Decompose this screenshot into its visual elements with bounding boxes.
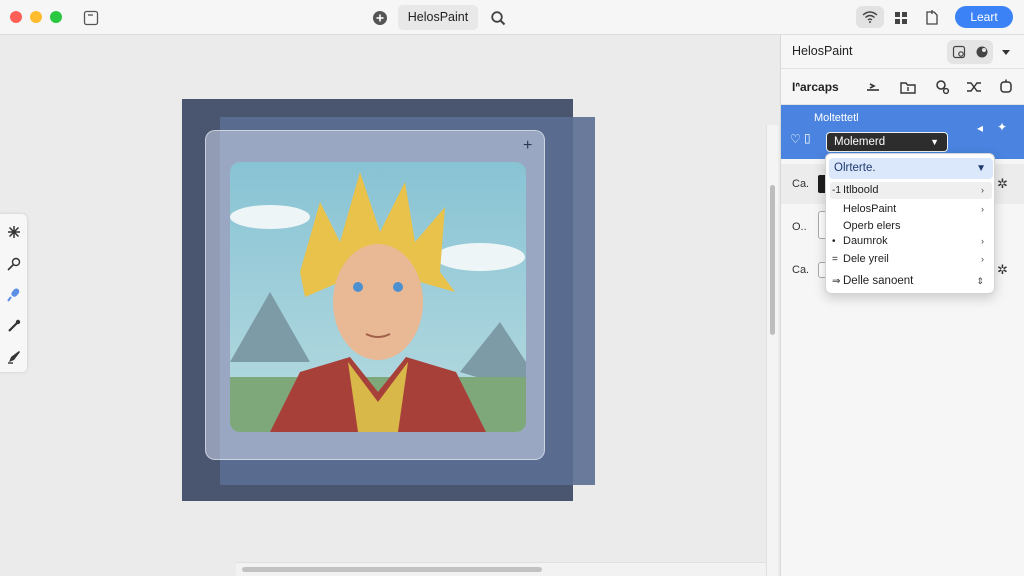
document-tab[interactable]: HelosPaint [398,5,478,30]
vertical-scrollbar[interactable] [766,125,778,576]
wifi-button[interactable] [856,6,884,28]
learn-button[interactable]: Lea‍rt [955,6,1013,28]
visibility-icon[interactable]: ♡ [790,132,801,146]
pin-icon[interactable]: ✦ [997,120,1007,134]
context-menu: Olrterte. ▼ -1 Itlboold › HelosPaint › O… [825,153,995,294]
search-settings-icon[interactable] [932,77,952,97]
minimize-window-button[interactable] [30,11,42,23]
menu-item-4[interactable]: • Daumrok › [830,233,992,250]
blend-mode-dropdown[interactable]: Molemerd ▼ [826,132,948,152]
vertical-scroll-thumb[interactable] [770,185,775,335]
close-window-button[interactable] [10,11,22,23]
brush-icon[interactable] [4,285,24,305]
chevron-right-icon: › [981,236,984,246]
horizontal-scroll-thumb[interactable] [242,567,542,572]
zoom-window-button[interactable] [50,11,62,23]
blend-mode-value: Molemerd [834,136,886,148]
menu-item-6[interactable]: ⇒ Delle sanoent ⇕ [830,273,992,290]
add-icon[interactable] [370,8,390,28]
menu-header[interactable]: Olrterte. ▼ [829,158,993,179]
title-bar: HelosPaint Lea‍rt [0,0,1024,35]
menu-item-1-label: Itlboold [843,184,879,196]
lock-icon[interactable]: ▯ [804,131,811,145]
add-layer-icon[interactable]: + [523,137,532,155]
back-arrow-icon[interactable]: ◂ [977,121,983,135]
menu-header-label: Olrterte. [834,162,876,174]
panel-header-controls [947,40,993,64]
layer-row-1-label: Ca. [792,178,810,190]
sidebar-toggle-icon[interactable] [81,8,101,28]
document-icon[interactable] [922,8,942,28]
eyedropper-icon[interactable] [4,316,24,336]
menu-item-1[interactable]: -1 Itlboold › [830,182,992,199]
menu-item-4-label: Daumrok [843,235,888,247]
chevron-right-icon: › [981,185,984,195]
tool-palette [0,214,27,372]
pencil-icon[interactable] [4,254,24,274]
magic-wand-icon[interactable] [4,222,24,242]
settings-icon[interactable] [996,77,1016,97]
layer-row-3-label: Ca. [792,264,810,276]
export-icon[interactable] [952,45,966,59]
chevron-right-icon: › [981,254,984,264]
layer-row-2-label: O.. [792,221,807,233]
selected-layer-label: Moltettetl [814,112,859,124]
chevron-down-icon: ▼ [930,137,939,147]
settings-gear-icon[interactable]: ✲ [997,262,1008,278]
search-icon[interactable] [488,8,508,28]
panel-menu-arrow-icon[interactable] [1001,47,1011,57]
menu-item-2[interactable]: HelosPaint › [830,201,992,218]
menu-item-5-label: Dele yreil [843,253,889,265]
grid-icon[interactable] [891,8,911,28]
panel-title: HelosPaint [792,44,853,58]
chevron-right-icon: › [981,204,984,214]
menu-item-5[interactable]: = Dele yreil › [830,251,992,268]
horizontal-scrollbar[interactable] [236,562,766,576]
artwork[interactable]: + [170,99,595,502]
stepper-icon: ⇕ [976,276,984,286]
panel-toolbar-label: Iᐢarcaps [792,80,839,94]
chevron-down-icon: ▼ [976,163,986,174]
portrait-image [230,162,526,432]
folder-icon[interactable] [898,77,918,97]
wifi-icon [862,11,878,23]
artwork-card [205,130,545,460]
inspector-panel: HelosPaint Iᐢarcaps Moltettetl ♡ ▯ Molem… [780,35,1024,576]
transform-icon[interactable] [863,77,883,97]
menu-item-2-label: HelosPaint [843,203,897,215]
menu-item-6-label: Delle sanoent [843,275,914,287]
shuffle-icon[interactable] [964,77,984,97]
pen-icon[interactable] [4,347,24,367]
gear-icon[interactable]: ✲ [997,176,1008,192]
selected-layer-row[interactable]: Moltettetl ♡ ▯ Molemerd ▼ ◂ ✦ [781,105,1024,159]
panel-header: HelosPaint [781,35,1024,69]
appearance-icon[interactable] [975,45,989,59]
panel-toolbar: Iᐢarcaps [781,69,1024,105]
